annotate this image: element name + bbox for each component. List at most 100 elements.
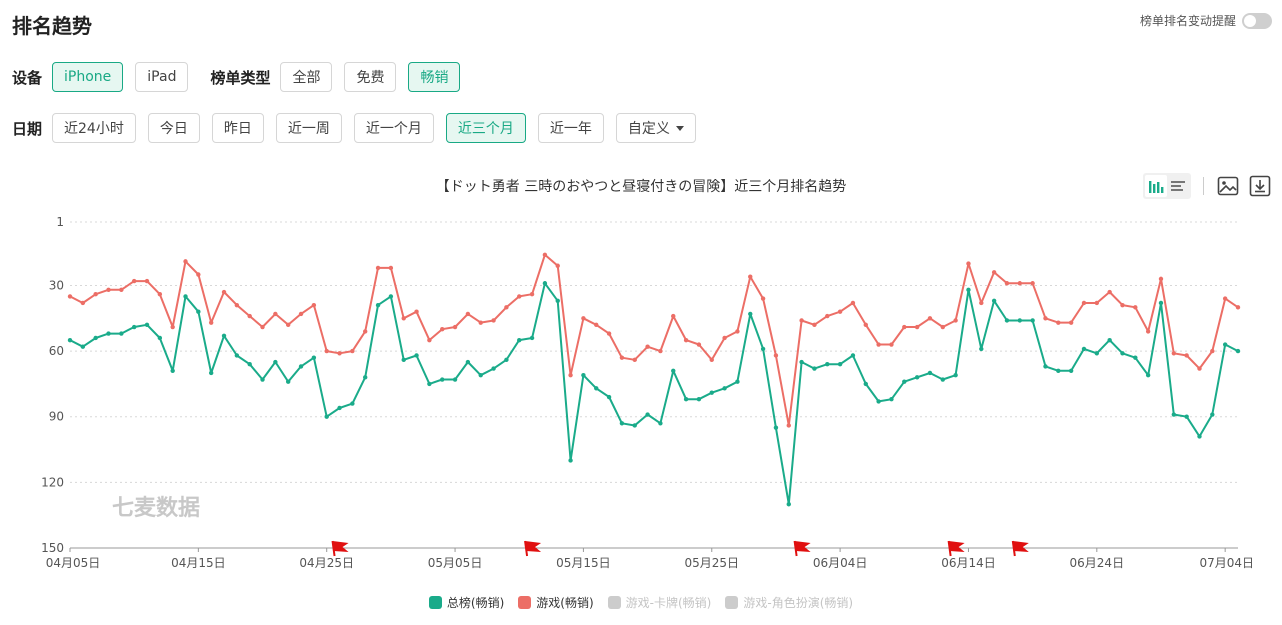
- data-point[interactable]: [491, 318, 496, 323]
- data-point[interactable]: [375, 265, 381, 271]
- data-point[interactable]: [1184, 414, 1189, 419]
- data-point[interactable]: [1056, 320, 1061, 325]
- data-point[interactable]: [350, 348, 355, 354]
- data-point[interactable]: [1094, 300, 1100, 306]
- data-point[interactable]: [658, 348, 663, 354]
- data-point[interactable]: [196, 309, 201, 314]
- data-point[interactable]: [1133, 355, 1138, 360]
- data-point[interactable]: [568, 372, 573, 378]
- data-point[interactable]: [671, 313, 676, 319]
- data-point[interactable]: [80, 344, 86, 349]
- data-point[interactable]: [452, 324, 458, 330]
- data-point[interactable]: [748, 274, 753, 279]
- data-point[interactable]: [863, 322, 868, 328]
- data-point[interactable]: [632, 357, 637, 363]
- data-point[interactable]: [414, 309, 419, 314]
- data-point[interactable]: [1043, 364, 1048, 369]
- data-point[interactable]: [337, 351, 342, 356]
- data-point[interactable]: [273, 311, 278, 317]
- data-point[interactable]: [131, 278, 137, 284]
- legend-item-3[interactable]: 游戏-角色扮演(畅销): [725, 594, 853, 611]
- data-point[interactable]: [170, 368, 175, 373]
- data-point[interactable]: [157, 292, 163, 297]
- data-point[interactable]: [619, 421, 625, 426]
- data-point[interactable]: [1056, 368, 1061, 373]
- data-point[interactable]: [991, 298, 997, 303]
- data-point[interactable]: [247, 362, 252, 367]
- data-point[interactable]: [799, 318, 804, 323]
- data-point[interactable]: [67, 337, 73, 343]
- data-point[interactable]: [1145, 372, 1151, 378]
- data-point[interactable]: [1017, 281, 1023, 286]
- data-point[interactable]: [953, 318, 958, 323]
- data-point[interactable]: [1081, 346, 1087, 352]
- data-point[interactable]: [773, 425, 779, 430]
- data-point[interactable]: [979, 346, 984, 352]
- data-point[interactable]: [452, 377, 458, 382]
- data-point[interactable]: [208, 320, 214, 325]
- data-point[interactable]: [119, 331, 124, 336]
- data-point[interactable]: [645, 412, 650, 417]
- data-point[interactable]: [401, 357, 406, 363]
- data-point[interactable]: [196, 272, 201, 277]
- data-point[interactable]: [504, 357, 509, 363]
- data-point[interactable]: [979, 300, 984, 306]
- data-point[interactable]: [671, 368, 676, 373]
- data-point[interactable]: [1210, 348, 1215, 354]
- data-point[interactable]: [324, 348, 329, 354]
- data-point[interactable]: [260, 377, 265, 382]
- data-point[interactable]: [478, 320, 483, 325]
- data-point[interactable]: [285, 322, 291, 328]
- data-point[interactable]: [183, 294, 188, 299]
- data-point[interactable]: [1107, 289, 1112, 295]
- data-point[interactable]: [67, 294, 73, 299]
- data-point[interactable]: [106, 287, 111, 293]
- data-point[interactable]: [388, 294, 394, 299]
- legend-item-2[interactable]: 游戏-卡牌(畅销): [607, 594, 711, 611]
- data-point[interactable]: [696, 342, 702, 347]
- data-point[interactable]: [966, 287, 971, 293]
- data-point[interactable]: [914, 375, 920, 380]
- data-point[interactable]: [812, 322, 817, 328]
- data-point[interactable]: [594, 386, 599, 391]
- data-point[interactable]: [1094, 351, 1100, 356]
- data-point[interactable]: [1120, 351, 1125, 356]
- data-point[interactable]: [375, 302, 381, 308]
- data-point[interactable]: [709, 357, 714, 363]
- data-point[interactable]: [234, 353, 240, 358]
- data-point[interactable]: [440, 327, 445, 332]
- data-point[interactable]: [786, 423, 791, 428]
- data-point[interactable]: [902, 379, 907, 384]
- data-point[interactable]: [93, 335, 98, 341]
- data-point[interactable]: [658, 421, 663, 426]
- data-point[interactable]: [773, 353, 779, 358]
- data-point[interactable]: [1171, 351, 1177, 356]
- data-point[interactable]: [1235, 348, 1241, 354]
- data-point[interactable]: [337, 405, 342, 411]
- data-point[interactable]: [1120, 302, 1125, 308]
- data-point[interactable]: [1068, 368, 1074, 373]
- data-point[interactable]: [247, 313, 252, 319]
- data-point[interactable]: [414, 353, 419, 358]
- data-point[interactable]: [786, 502, 791, 507]
- data-point[interactable]: [427, 337, 432, 343]
- data-point[interactable]: [606, 394, 612, 400]
- data-point[interactable]: [581, 316, 586, 321]
- data-point[interactable]: [1210, 412, 1215, 417]
- data-point[interactable]: [940, 377, 945, 382]
- data-point[interactable]: [298, 311, 304, 317]
- data-point[interactable]: [208, 370, 214, 376]
- data-point[interactable]: [825, 362, 830, 367]
- data-point[interactable]: [1145, 329, 1151, 334]
- data-point[interactable]: [311, 355, 317, 360]
- data-point[interactable]: [1235, 305, 1241, 310]
- data-point[interactable]: [144, 278, 150, 284]
- data-point[interactable]: [914, 324, 920, 330]
- data-point[interactable]: [1004, 318, 1010, 323]
- legend-item-0[interactable]: 总榜(畅销): [428, 594, 504, 611]
- data-point[interactable]: [363, 375, 368, 380]
- data-point[interactable]: [157, 335, 163, 341]
- data-point[interactable]: [491, 366, 496, 371]
- data-point[interactable]: [825, 313, 830, 319]
- data-point[interactable]: [619, 355, 625, 360]
